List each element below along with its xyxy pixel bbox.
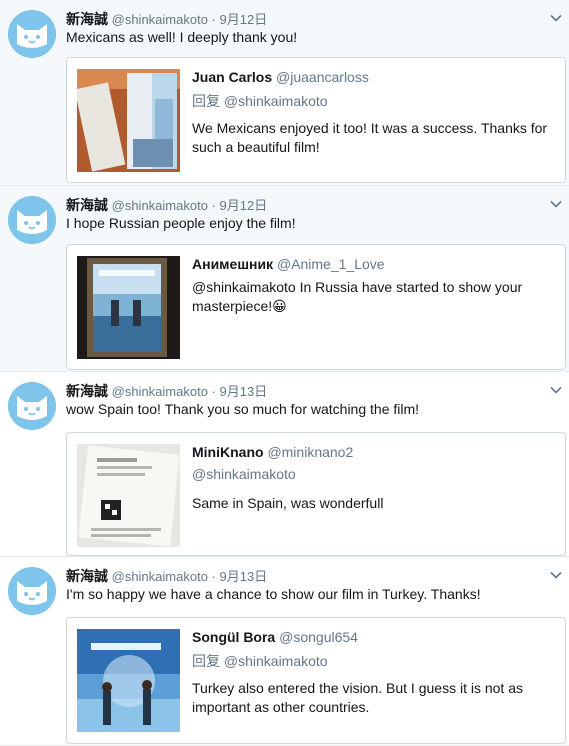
cat-face-icon xyxy=(8,382,56,430)
reply-to-handle[interactable]: @shinkaimakoto xyxy=(192,466,296,482)
quoted-tweet-image[interactable] xyxy=(77,629,180,732)
reply-to-handle[interactable]: @shinkaimakoto xyxy=(224,653,328,669)
cat-face-icon xyxy=(8,196,56,244)
quoted-tweet-text: We Mexicans enjoyed it too! It was a suc… xyxy=(192,120,548,155)
quoted-author-handle[interactable]: @songul654 xyxy=(279,629,358,645)
tweet-text: I'm so happy we have a chance to show ou… xyxy=(66,586,481,602)
quoted-tweet-text: Turkey also entered the vision. But I gu… xyxy=(192,680,523,715)
chevron-down-icon[interactable] xyxy=(549,11,563,25)
quoted-tweet-image[interactable] xyxy=(77,69,180,172)
quoted-author-handle[interactable]: @juaancarloss xyxy=(276,69,369,85)
reply-to: 回复 @shinkaimakoto xyxy=(192,651,328,671)
cat-face-icon xyxy=(8,10,56,58)
tweet[interactable]: 新海誠 @shinkaimakoto · 9月12日 Mexicans as w… xyxy=(0,0,569,186)
tweet-date[interactable]: 9月12日 xyxy=(220,12,268,27)
quoted-author[interactable]: MiniKnano @miniknano2 xyxy=(192,444,353,460)
quoted-author-name[interactable]: Анимешник xyxy=(192,256,273,272)
tweet-date[interactable]: 9月12日 xyxy=(220,198,268,213)
chevron-down-icon[interactable] xyxy=(549,383,563,397)
separator-dot: · xyxy=(211,198,216,213)
quoted-tweet-text: @shinkaimakoto In Russia have started to… xyxy=(192,279,523,314)
tweet-text: wow Spain too! Thank you so much for wat… xyxy=(66,401,420,417)
tweet-text: Mexicans as well! I deeply thank you! xyxy=(66,29,298,45)
tweet[interactable]: 新海誠 @shinkaimakoto · 9月13日 I'm so happy … xyxy=(0,557,569,746)
quoted-tweet[interactable]: Songül Bora @songul654 回复 @shinkaimakoto… xyxy=(66,617,566,744)
reply-to: 回复 @shinkaimakoto xyxy=(192,91,328,111)
quoted-author-name[interactable]: Songül Bora xyxy=(192,629,275,645)
quoted-tweet-text: Same in Spain, was wonderfull xyxy=(192,495,384,511)
tweet-date[interactable]: 9月13日 xyxy=(220,384,268,399)
author-name[interactable]: 新海誠 xyxy=(66,568,108,584)
reply-prefix: 回复 xyxy=(192,653,220,669)
tweet-header: 新海誠 @shinkaimakoto · 9月12日 xyxy=(66,195,267,215)
reply-prefix: 回复 xyxy=(192,93,220,109)
avatar[interactable] xyxy=(8,567,56,615)
tweet-text: I hope Russian people enjoy the film! xyxy=(66,215,296,231)
cat-face-icon xyxy=(8,567,56,615)
tweet-header: 新海誠 @shinkaimakoto · 9月13日 xyxy=(66,381,267,401)
tweet[interactable]: 新海誠 @shinkaimakoto · 9月13日 wow Spain too… xyxy=(0,372,569,557)
separator-dot: · xyxy=(211,384,216,399)
reply-to: @shinkaimakoto xyxy=(192,466,296,482)
quoted-author[interactable]: Анимешник @Anime_1_Love xyxy=(192,256,385,272)
author-name[interactable]: 新海誠 xyxy=(66,383,108,399)
avatar[interactable] xyxy=(8,10,56,58)
author-name[interactable]: 新海誠 xyxy=(66,11,108,27)
chevron-down-icon[interactable] xyxy=(549,568,563,582)
quoted-author-handle[interactable]: @Anime_1_Love xyxy=(277,256,385,272)
author-handle[interactable]: @shinkaimakoto xyxy=(112,12,208,27)
quoted-tweet-image[interactable] xyxy=(77,256,180,359)
quoted-author-name[interactable]: MiniKnano xyxy=(192,444,264,460)
avatar[interactable] xyxy=(8,382,56,430)
separator-dot: · xyxy=(211,569,216,584)
tweet-date[interactable]: 9月13日 xyxy=(220,569,268,584)
quoted-tweet[interactable]: MiniKnano @miniknano2 @shinkaimakoto Sam… xyxy=(66,432,566,556)
quoted-tweet[interactable]: Juan Carlos @juaancarloss 回复 @shinkaimak… xyxy=(66,57,566,183)
quoted-tweet[interactable]: Анимешник @Anime_1_Love @shinkaimakoto I… xyxy=(66,244,566,370)
author-handle[interactable]: @shinkaimakoto xyxy=(112,384,208,399)
tweet-header: 新海誠 @shinkaimakoto · 9月13日 xyxy=(66,566,267,586)
chevron-down-icon[interactable] xyxy=(549,197,563,211)
tweet-header: 新海誠 @shinkaimakoto · 9月12日 xyxy=(66,9,267,29)
avatar[interactable] xyxy=(8,196,56,244)
quoted-author[interactable]: Songül Bora @songul654 xyxy=(192,629,358,645)
quoted-author-name[interactable]: Juan Carlos xyxy=(192,69,272,85)
tweet[interactable]: 新海誠 @shinkaimakoto · 9月12日 I hope Russia… xyxy=(0,186,569,372)
quoted-author[interactable]: Juan Carlos @juaancarloss xyxy=(192,69,369,85)
quoted-author-handle[interactable]: @miniknano2 xyxy=(267,444,353,460)
separator-dot: · xyxy=(211,12,216,27)
author-handle[interactable]: @shinkaimakoto xyxy=(112,569,208,584)
quoted-tweet-image[interactable] xyxy=(77,444,180,547)
author-handle[interactable]: @shinkaimakoto xyxy=(112,198,208,213)
author-name[interactable]: 新海誠 xyxy=(66,197,108,213)
reply-to-handle[interactable]: @shinkaimakoto xyxy=(224,93,328,109)
